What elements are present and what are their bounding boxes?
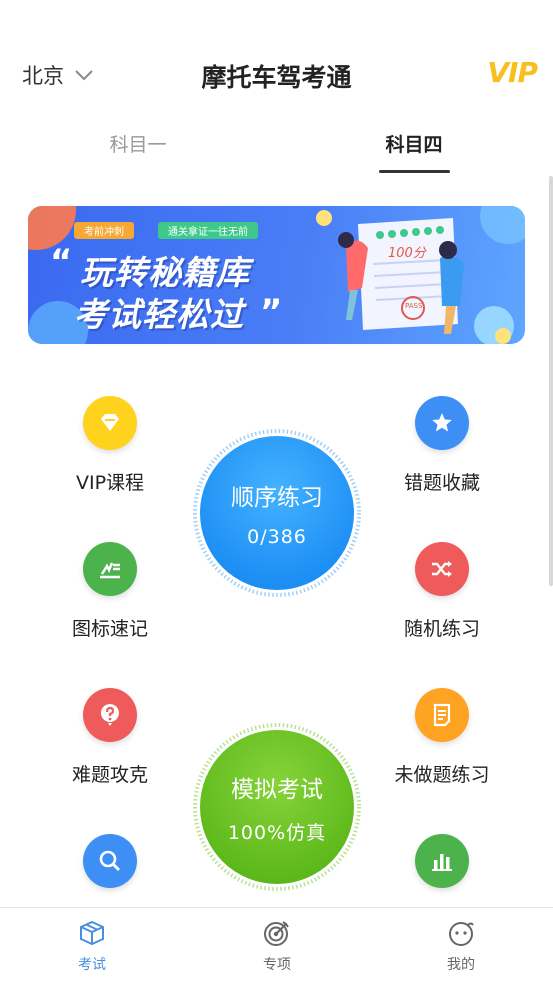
face-icon <box>449 922 474 946</box>
vip-course-label: VIP课程 <box>75 472 145 494</box>
open-quote-icon: “ <box>50 242 73 282</box>
sequential-progress: 0/386 <box>247 526 307 548</box>
banner-headline-1: 玩转秘籍库 <box>80 253 250 292</box>
icon-memo-item[interactable]: 图标速记 <box>35 542 185 641</box>
vip-course-item[interactable]: VIP课程 <box>35 396 185 495</box>
bar-chart-icon <box>415 834 469 888</box>
mock-exam-button[interactable]: 模拟考试 100%仿真 <box>192 722 362 892</box>
nav-special[interactable]: 专项 <box>237 918 317 974</box>
undone-practice-item[interactable]: 未做题练习 <box>367 688 517 787</box>
page-title: 摩托车驾考通 <box>201 63 352 92</box>
search-icon <box>83 834 137 888</box>
sequential-practice-button[interactable]: 顺序练习 0/386 <box>192 428 362 598</box>
app-header: 北京 摩托车驾考通 VIP <box>0 44 553 104</box>
stats-item[interactable] <box>367 834 517 888</box>
nav-exam-label: 考试 <box>78 957 106 973</box>
promo-banner[interactable]: 考前冲刺 通关拿证一往无前 “ 玩转秘籍库 考试轻松过 ” 100分 PASS <box>28 206 525 344</box>
banner-tag-pass: 通关拿证一往无前 <box>158 222 258 239</box>
tab-indicator <box>379 170 450 173</box>
hard-questions-item[interactable]: 难题攻克 <box>35 688 185 787</box>
hard-questions-label: 难题攻克 <box>71 764 148 786</box>
random-practice-label: 随机练习 <box>403 618 480 640</box>
stairs-icon <box>83 542 137 596</box>
diamond-icon <box>83 396 137 450</box>
nav-special-label: 专项 <box>263 957 291 973</box>
vip-button[interactable]: VIP <box>487 56 538 89</box>
wrong-collect-item[interactable]: 错题收藏 <box>367 396 517 495</box>
sequential-core: 顺序练习 0/386 <box>200 436 354 590</box>
subject-tabs: 科目一 科目四 <box>0 122 553 178</box>
nav-mine[interactable]: 我的 <box>421 918 501 974</box>
close-quote-icon: ” <box>260 292 283 332</box>
nav-exam[interactable]: 考试 <box>52 918 132 974</box>
tab-subject-four[interactable]: 科目四 <box>354 130 474 157</box>
mock-exam-subtitle: 100%仿真 <box>227 821 327 844</box>
scrollbar[interactable] <box>549 176 553 586</box>
cube-icon <box>80 920 104 946</box>
banner-headline-2: 考试轻松过 <box>74 295 244 334</box>
mock-exam-label: 模拟考试 <box>231 776 323 803</box>
bottom-nav: 考试 专项 我的 <box>0 907 553 983</box>
nav-mine-label: 我的 <box>447 957 475 973</box>
wrong-collect-label: 错题收藏 <box>403 472 480 494</box>
target-icon <box>264 921 289 946</box>
banner-tag-sprint: 考前冲刺 <box>74 222 134 239</box>
mock-exam-core: 模拟考试 100%仿真 <box>200 730 354 884</box>
undone-practice-label: 未做题练习 <box>394 764 490 786</box>
star-icon <box>415 396 469 450</box>
question-icon <box>83 688 137 742</box>
tab-subject-one[interactable]: 科目一 <box>78 130 198 157</box>
shuffle-icon <box>415 542 469 596</box>
icon-memo-label: 图标速记 <box>71 618 148 640</box>
banner-score: 100分 <box>388 246 426 261</box>
note-icon <box>415 688 469 742</box>
banner-stamp: PASS <box>405 302 423 310</box>
sequential-label: 顺序练习 <box>231 485 323 511</box>
search-item[interactable] <box>35 834 185 888</box>
random-practice-item[interactable]: 随机练习 <box>367 542 517 641</box>
